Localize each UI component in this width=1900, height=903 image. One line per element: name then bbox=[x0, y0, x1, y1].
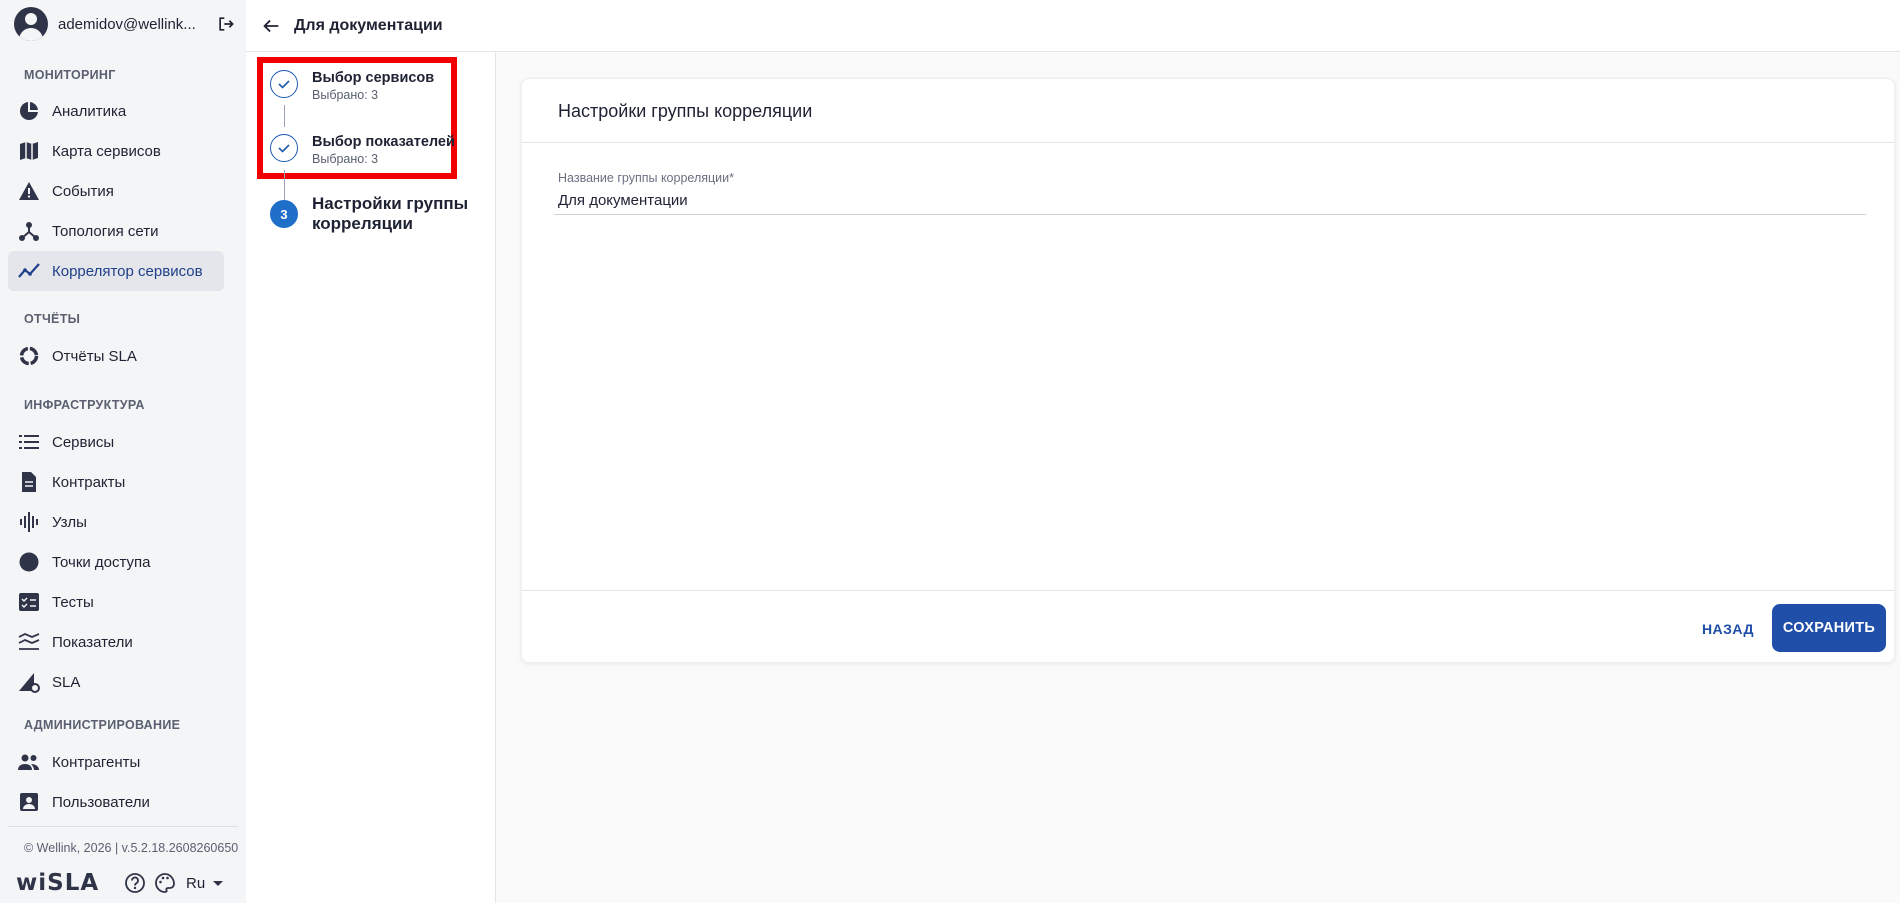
sidebar-item-label: События bbox=[52, 182, 114, 200]
sidebar-item-events[interactable]: События bbox=[8, 171, 224, 211]
stacked-lines-icon bbox=[18, 631, 40, 653]
section-title-infrastructure: ИНФРАСТРУКТУРА bbox=[24, 398, 145, 412]
sidebar-item-label: Коррелятор сервисов bbox=[52, 262, 203, 280]
divider bbox=[522, 142, 1894, 143]
user-card-icon bbox=[18, 791, 40, 813]
step-number: 3 bbox=[270, 200, 298, 228]
chevron-down-icon bbox=[213, 881, 224, 886]
sidebar-item-label: Контрагенты bbox=[52, 753, 141, 771]
sidebar-item-label: Отчёты SLA bbox=[52, 347, 137, 365]
sidebar-item-sla-reports[interactable]: Отчёты SLA bbox=[8, 336, 224, 376]
wisla-logo: wiSLA bbox=[16, 870, 100, 896]
page-header: Для документации bbox=[246, 0, 1900, 52]
sidebar-item-sla[interactable]: SLA bbox=[8, 662, 224, 702]
sidebar: ademidov@wellink... МОНИТОРИНГ Аналитика… bbox=[0, 0, 246, 903]
sidebar-item-services[interactable]: Сервисы bbox=[8, 422, 224, 462]
signal-bars-icon bbox=[18, 511, 40, 533]
circle-icon bbox=[18, 551, 40, 573]
sidebar-item-label: Аналитика bbox=[52, 102, 127, 120]
sidebar-item-analytics[interactable]: Аналитика bbox=[8, 91, 224, 131]
step-title: Выбор показателей bbox=[312, 134, 455, 150]
copyright: © Wellink, 2026 | v.5.2.18.2608260650 bbox=[24, 841, 239, 855]
list-icon bbox=[18, 431, 40, 453]
divider bbox=[522, 590, 1894, 591]
sidebar-item-access-points[interactable]: Точки доступа bbox=[8, 542, 224, 582]
donut-icon bbox=[18, 345, 40, 367]
group-name-input[interactable] bbox=[554, 187, 1866, 215]
sidebar-item-users[interactable]: Пользователи bbox=[8, 782, 224, 822]
sidebar-item-topology[interactable]: Топология сети bbox=[8, 211, 224, 251]
help-icon[interactable] bbox=[124, 872, 146, 894]
step-title-line1: Настройки группы bbox=[312, 194, 469, 213]
sidebar-item-label: Узлы bbox=[52, 513, 87, 531]
map-icon bbox=[18, 140, 40, 162]
step-title-line2: корреляции bbox=[312, 214, 413, 233]
sidebar-item-label: Сервисы bbox=[52, 433, 115, 451]
back-arrow-icon[interactable] bbox=[260, 15, 282, 37]
step-select-services[interactable]: Выбор сервисов Выбрано: 3 bbox=[270, 70, 434, 103]
section-title-monitoring: МОНИТОРИНГ bbox=[24, 68, 116, 82]
correlation-settings-card: Настройки группы корреляции Название гру… bbox=[521, 78, 1895, 663]
document-icon bbox=[18, 471, 40, 493]
pie-chart-icon bbox=[18, 100, 40, 122]
step-title: Выбор сервисов bbox=[312, 70, 435, 86]
language-selector[interactable]: Ru bbox=[186, 875, 225, 892]
section-title-administration: АДМИНИСТРИРОВАНИЕ bbox=[24, 718, 181, 732]
language-label: Ru bbox=[186, 874, 206, 892]
warning-icon bbox=[18, 180, 40, 202]
avatar[interactable] bbox=[14, 7, 48, 41]
sidebar-item-label: Показатели bbox=[52, 633, 133, 651]
card-title: Настройки группы корреляции bbox=[558, 101, 813, 121]
check-icon bbox=[270, 134, 298, 162]
check-icon bbox=[270, 70, 298, 98]
sidebar-item-nodes[interactable]: Узлы bbox=[8, 502, 224, 542]
step-subtitle: Выбрано: 3 bbox=[312, 88, 379, 102]
sidebar-item-label: Точки доступа bbox=[52, 553, 151, 571]
sidebar-item-correlator[interactable]: Коррелятор сервисов bbox=[8, 251, 224, 291]
step-connector bbox=[284, 105, 285, 127]
sidebar-item-counterparties[interactable]: Контрагенты bbox=[8, 742, 224, 782]
page-title: Для документации bbox=[294, 16, 443, 34]
back-button[interactable]: НАЗАД bbox=[1692, 606, 1764, 652]
sidebar-item-metrics[interactable]: Показатели bbox=[8, 622, 224, 662]
section-title-reports: ОТЧЁТЫ bbox=[24, 312, 81, 326]
sidebar-item-contracts[interactable]: Контракты bbox=[8, 462, 224, 502]
user-email: ademidov@wellink... bbox=[58, 15, 196, 33]
sidebar-item-tests[interactable]: Тесты bbox=[8, 582, 224, 622]
sidebar-item-label: Тесты bbox=[52, 593, 94, 611]
logout-icon[interactable] bbox=[216, 14, 236, 34]
sidebar-item-label: SLA bbox=[52, 673, 81, 691]
people-icon bbox=[18, 751, 40, 773]
checklist-icon bbox=[18, 591, 40, 613]
sla-gear-icon bbox=[18, 671, 40, 693]
sidebar-item-label: Пользователи bbox=[52, 793, 150, 811]
step-select-metrics[interactable]: Выбор показателей Выбрано: 3 bbox=[270, 134, 455, 167]
group-name-label: Название группы корреляции* bbox=[558, 171, 735, 185]
sidebar-item-label: Контракты bbox=[52, 473, 126, 491]
palette-icon[interactable] bbox=[154, 872, 176, 894]
topology-icon bbox=[18, 220, 40, 242]
user-profile[interactable]: ademidov@wellink... bbox=[14, 6, 236, 42]
step-subtitle: Выбрано: 3 bbox=[312, 152, 379, 166]
sidebar-item-label: Топология сети bbox=[52, 222, 159, 240]
sidebar-footer: wiSLA Ru bbox=[16, 868, 238, 898]
sidebar-divider bbox=[8, 826, 238, 827]
trend-line-icon bbox=[18, 260, 40, 282]
save-button[interactable]: СОХРАНИТЬ bbox=[1772, 604, 1886, 652]
stepper-panel: Выбор сервисов Выбрано: 3 Выбор показате… bbox=[246, 52, 496, 903]
sidebar-item-label: Карта сервисов bbox=[52, 142, 161, 160]
sidebar-item-service-map[interactable]: Карта сервисов bbox=[8, 131, 224, 171]
step-correlation-settings[interactable]: 3 Настройки группы корреляции bbox=[270, 194, 468, 234]
